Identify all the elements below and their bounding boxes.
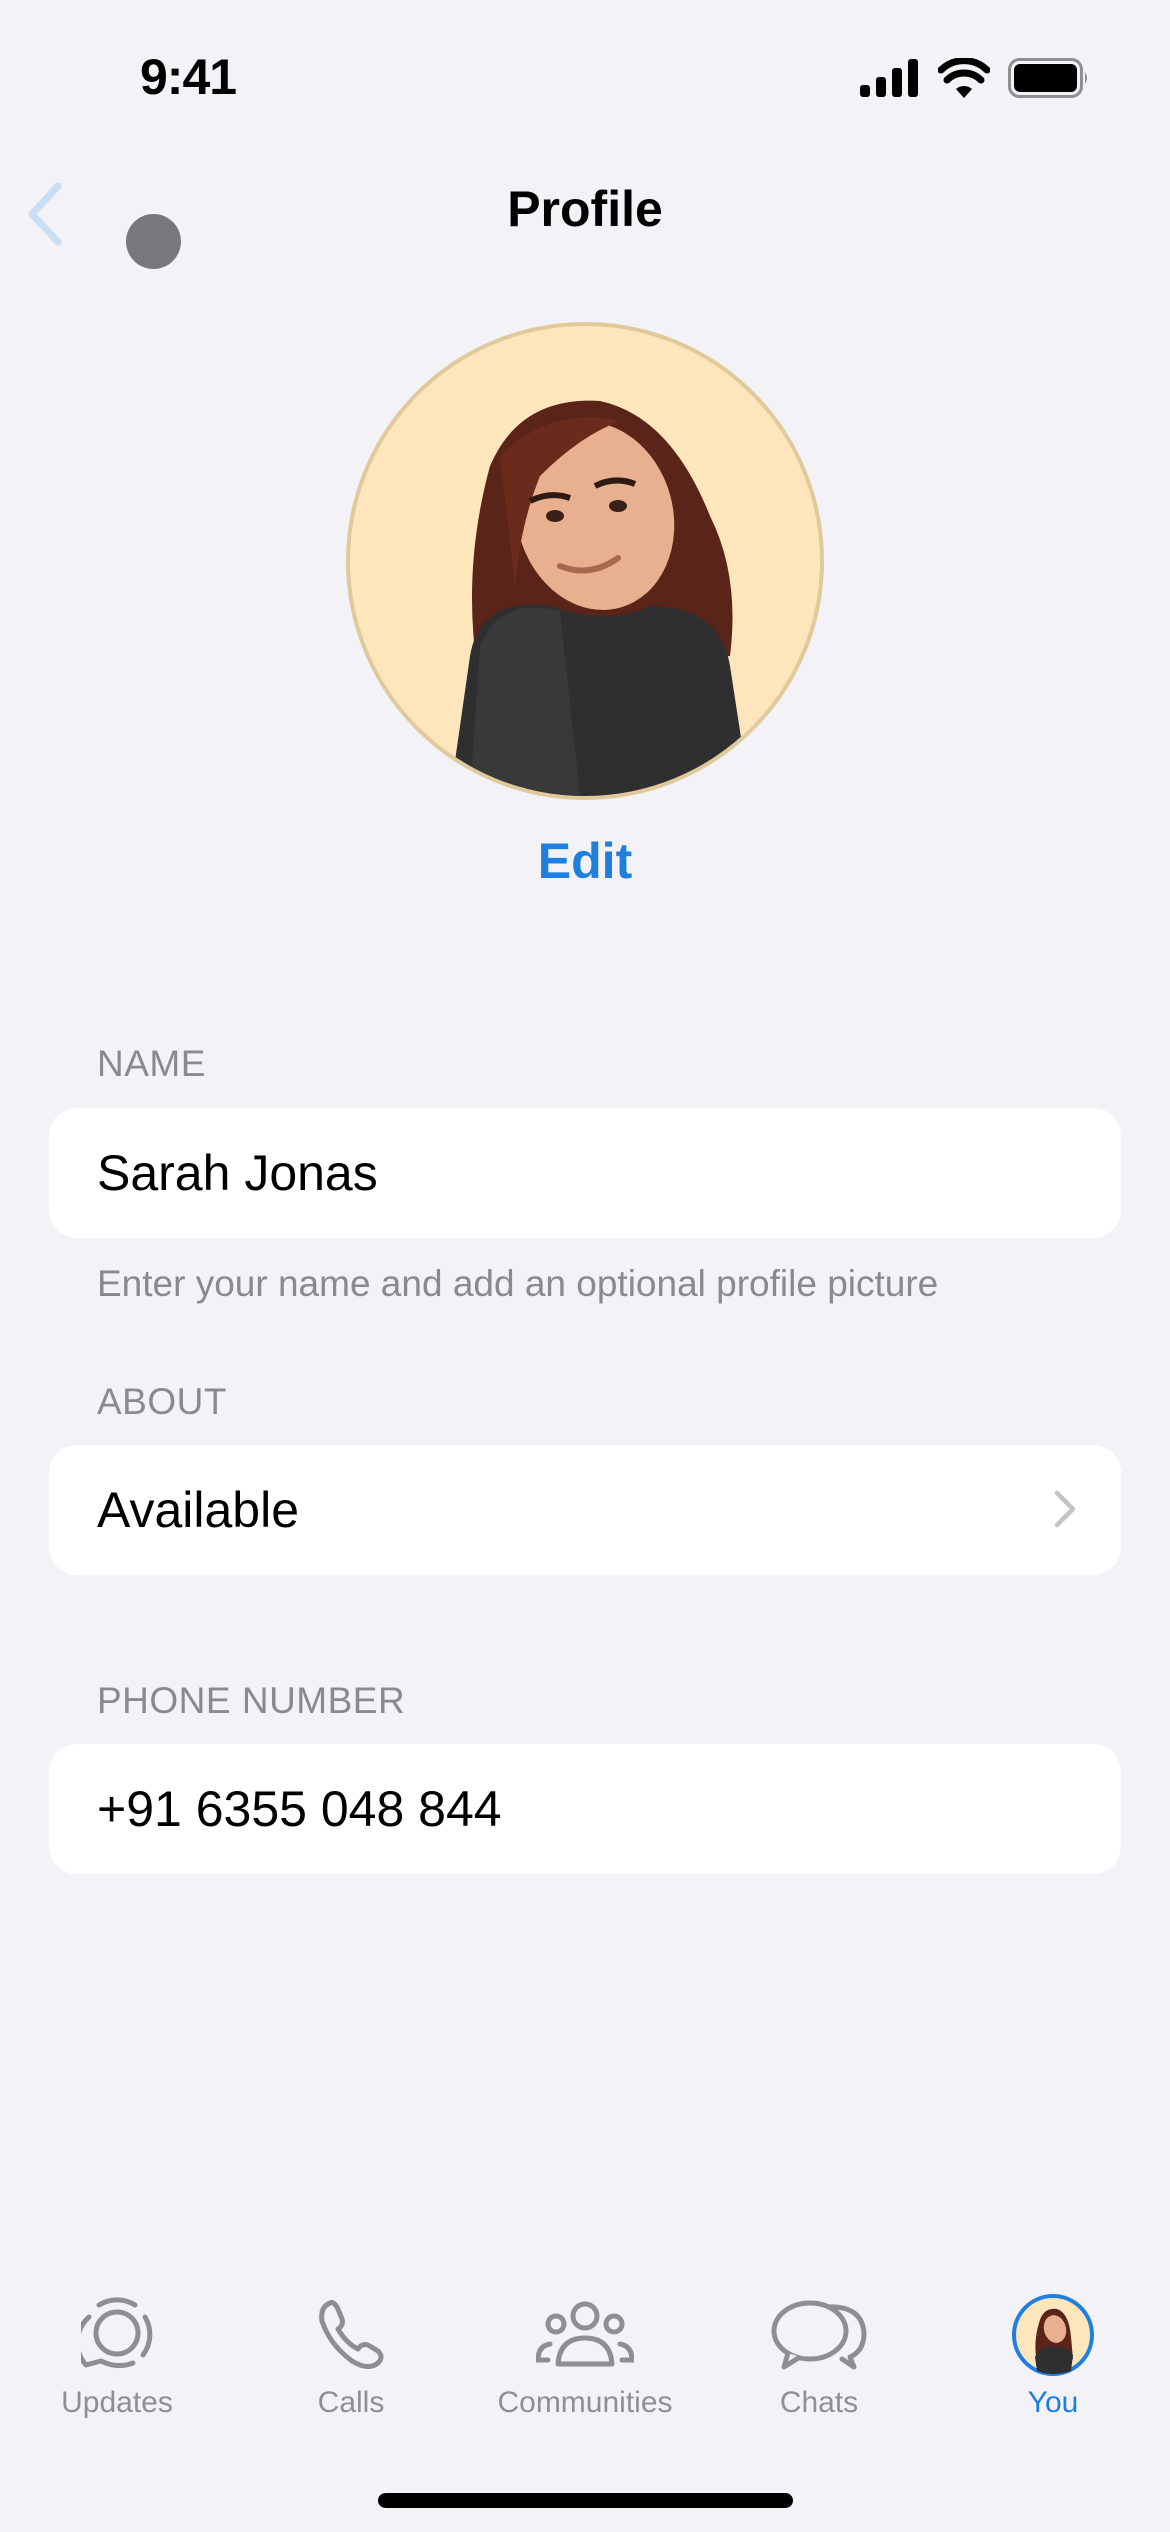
communities-icon bbox=[536, 2301, 634, 2367]
phone-icon bbox=[319, 2300, 384, 2369]
name-value: Sarah Jonas bbox=[97, 1145, 378, 1201]
edit-photo-button[interactable]: Edit bbox=[0, 832, 1170, 890]
about-section-label: ABOUT bbox=[97, 1381, 227, 1422]
chevron-right-icon bbox=[1054, 1490, 1076, 1528]
tab-communities[interactable]: Communities bbox=[468, 2290, 702, 2420]
updates-icon bbox=[81, 2297, 153, 2369]
status-icons bbox=[860, 58, 1090, 98]
tab-chats[interactable]: Chats bbox=[702, 2290, 936, 2420]
about-row[interactable]: Available bbox=[49, 1445, 1121, 1575]
avatar bbox=[1012, 2294, 1094, 2376]
name-field[interactable]: Sarah Jonas bbox=[49, 1108, 1121, 1238]
name-hint: Enter your name and add an optional prof… bbox=[97, 1263, 939, 1304]
status-time: 9:41 bbox=[140, 49, 237, 105]
profile-avatar[interactable] bbox=[346, 322, 824, 800]
tab-updates[interactable]: Updates bbox=[0, 2290, 234, 2420]
phone-value: +91 6355 048 844 bbox=[97, 1781, 502, 1837]
tab-you[interactable]: You bbox=[936, 2290, 1170, 2420]
wifi-icon bbox=[938, 58, 990, 98]
battery-icon bbox=[1008, 58, 1087, 98]
name-section-label: NAME bbox=[97, 1043, 206, 1084]
home-indicator bbox=[378, 2493, 793, 2508]
tab-calls[interactable]: Calls bbox=[234, 2290, 468, 2420]
phone-field[interactable]: +91 6355 048 844 bbox=[49, 1744, 1121, 1874]
cellular-signal-icon bbox=[860, 59, 918, 97]
page-title: Profile bbox=[507, 181, 663, 237]
status-bar: 9:41 bbox=[0, 0, 1170, 150]
phone-section-label: PHONE NUMBER bbox=[97, 1680, 406, 1721]
chats-icon bbox=[771, 2300, 867, 2370]
navigation-bar: Profile bbox=[0, 160, 1170, 270]
avatar-illustration bbox=[450, 400, 750, 796]
about-value: Available bbox=[97, 1482, 300, 1538]
tab-bar: Updates Calls Communities Chats You bbox=[0, 2290, 1170, 2440]
